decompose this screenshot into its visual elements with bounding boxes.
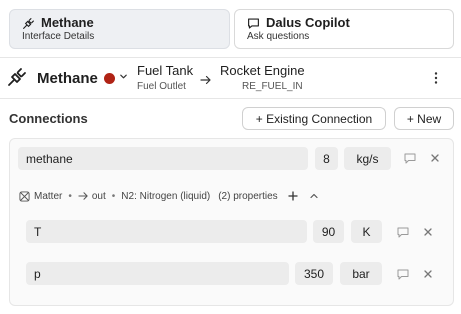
- source-name: Fuel Tank: [137, 63, 194, 78]
- close-icon[interactable]: [430, 153, 440, 163]
- add-property-icon[interactable]: [288, 191, 298, 201]
- interface-header: Methane Fuel Tank Fuel Outlet Rocket Eng…: [0, 58, 461, 98]
- plug-icon: [8, 68, 26, 86]
- matter-tag: Matter: [19, 191, 62, 202]
- chat-icon: [248, 17, 259, 29]
- arrow-right-icon: [200, 75, 211, 85]
- source-port: Fuel Outlet: [137, 81, 186, 92]
- add-existing-connection-button[interactable]: + Existing Connection: [242, 107, 386, 130]
- property-value-input[interactable]: 90: [313, 220, 344, 243]
- interface-name: Methane: [37, 70, 98, 87]
- separator: •: [68, 190, 72, 202]
- property-name-input[interactable]: T: [26, 220, 307, 243]
- tab-title: Dalus Copilot: [266, 15, 350, 30]
- tab-interface-details[interactable]: Methane Interface Details: [9, 9, 230, 49]
- target-block[interactable]: Rocket Engine RE_FUEL_IN: [220, 63, 305, 94]
- tab-subtitle: Ask questions: [247, 31, 310, 42]
- tab-title: Methane: [41, 15, 94, 30]
- material-label[interactable]: N2: Nitrogen (liquid): [121, 191, 210, 202]
- source-block[interactable]: Fuel Tank Fuel Outlet: [137, 63, 193, 94]
- tab-title-row: Methane: [22, 15, 229, 31]
- plug-icon: [23, 17, 34, 29]
- tab-title-row: Dalus Copilot: [247, 15, 453, 31]
- divider: [0, 98, 461, 99]
- matter-icon: [19, 190, 30, 202]
- connection-meta: Matter • out • N2: Nitrogen (liquid) (2)…: [19, 188, 319, 204]
- connection-value-input[interactable]: 8: [315, 147, 338, 170]
- chevron-up-icon[interactable]: [309, 191, 319, 201]
- direction-label: out: [91, 190, 106, 202]
- color-swatch[interactable]: [104, 73, 115, 84]
- connection-name-input[interactable]: methane: [18, 147, 308, 170]
- property-name-input[interactable]: p: [26, 262, 289, 285]
- arrow-right-icon: [78, 192, 88, 200]
- property-unit-select[interactable]: bar: [340, 262, 382, 285]
- tab-subtitle: Interface Details: [22, 31, 95, 42]
- chevron-down-icon[interactable]: [119, 72, 128, 81]
- comment-icon[interactable]: [397, 269, 409, 280]
- connection-unit-select[interactable]: kg/s: [344, 147, 391, 170]
- property-value-input[interactable]: 350: [295, 262, 333, 285]
- comment-icon[interactable]: [404, 153, 416, 164]
- connections-title: Connections: [9, 111, 88, 126]
- close-icon[interactable]: [423, 227, 433, 237]
- property-unit-select[interactable]: K: [351, 220, 382, 243]
- matter-label: Matter: [34, 190, 63, 202]
- properties-count: (2) properties: [218, 190, 278, 202]
- target-port: RE_FUEL_IN: [242, 81, 303, 92]
- more-vertical-icon[interactable]: [430, 70, 442, 86]
- close-icon[interactable]: [423, 269, 433, 279]
- new-connection-button[interactable]: + New: [394, 107, 454, 130]
- comment-icon[interactable]: [397, 227, 409, 238]
- separator: •: [111, 190, 116, 202]
- direction-tag: out: [78, 191, 106, 202]
- target-name: Rocket Engine: [220, 63, 305, 78]
- tab-copilot[interactable]: Dalus Copilot Ask questions: [234, 9, 454, 49]
- tab-bar: Methane Interface Details Dalus Copilot …: [9, 9, 454, 49]
